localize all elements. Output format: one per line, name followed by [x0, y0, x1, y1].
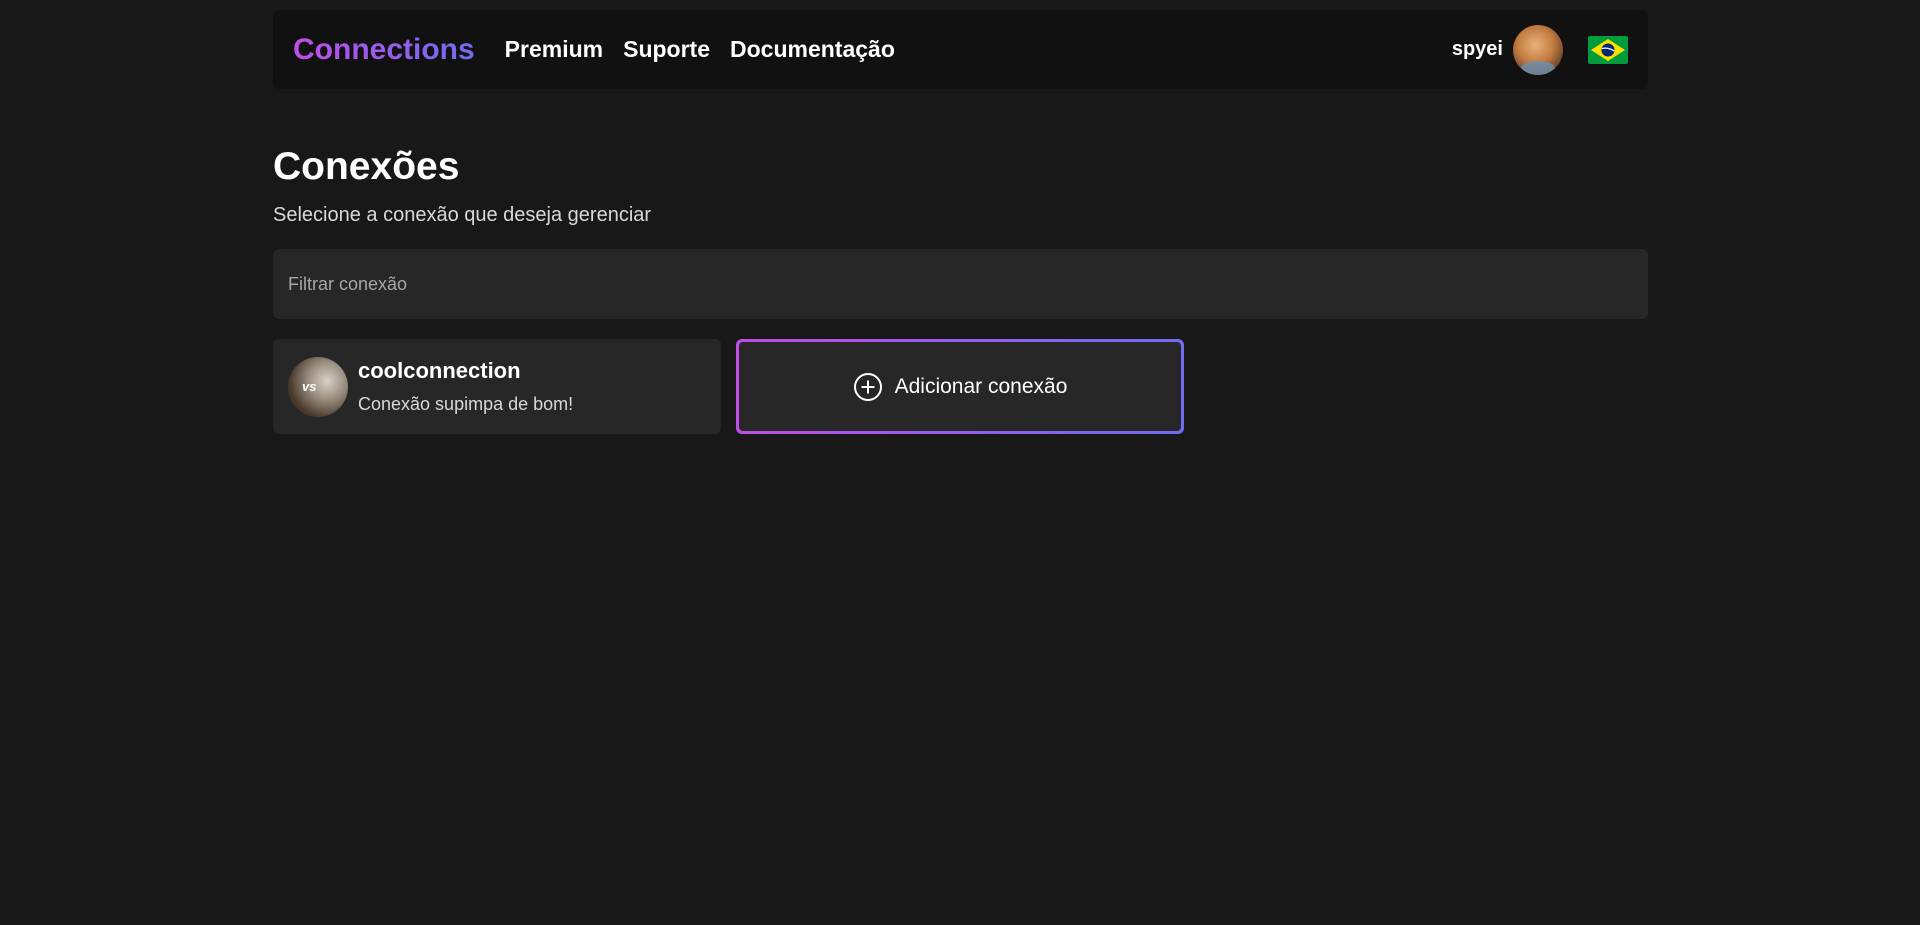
- nav-link-premium[interactable]: Premium: [505, 36, 603, 63]
- brand-logo-link[interactable]: Connections: [293, 33, 475, 67]
- user-menu: spyei: [1452, 24, 1628, 75]
- connection-name: coolconnection: [358, 358, 521, 383]
- plus-circle-icon: [853, 372, 882, 401]
- filter-connection-input[interactable]: [273, 249, 1648, 319]
- add-connection-label: Adicionar conexão: [894, 374, 1068, 398]
- connection-description: Conexão supimpa de bom!: [358, 394, 574, 414]
- add-connection-button[interactable]: Adicionar conexão: [736, 339, 1184, 434]
- connection-info: coolconnection Conexão supimpa de bom!: [358, 358, 573, 415]
- page-container: Connections Premium Suporte Documentação…: [273, 10, 1648, 434]
- username[interactable]: spyei: [1452, 38, 1503, 61]
- connection-avatar: vs: [288, 356, 348, 417]
- connections-grid: vs coolconnection Conexão supimpa de bom…: [273, 339, 1648, 434]
- user-avatar[interactable]: [1513, 24, 1563, 75]
- page-title: Conexões: [273, 145, 460, 188]
- nav-link-suporte[interactable]: Suporte: [623, 36, 710, 63]
- top-navbar: Connections Premium Suporte Documentação…: [273, 10, 1648, 89]
- page-subtitle: Selecione a conexão que deseja gerenciar: [273, 204, 652, 226]
- add-connection-inner: Adicionar conexão: [739, 342, 1181, 431]
- brazil-flag-icon[interactable]: [1588, 35, 1628, 64]
- connection-card[interactable]: vs coolconnection Conexão supimpa de bom…: [273, 339, 721, 434]
- nav-link-documentacao[interactable]: Documentação: [730, 36, 895, 63]
